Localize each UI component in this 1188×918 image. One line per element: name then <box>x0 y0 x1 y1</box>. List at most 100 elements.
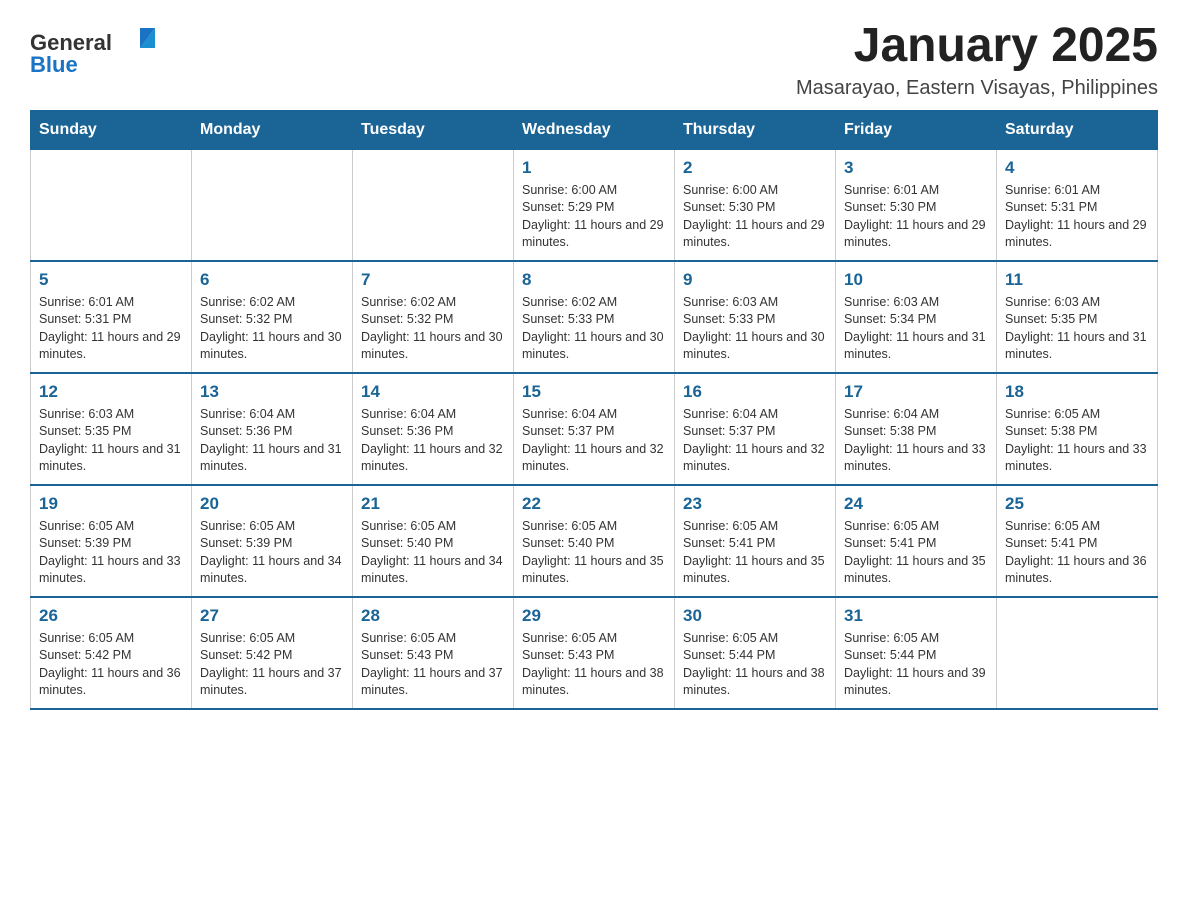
day-info: Sunrise: 6:00 AMSunset: 5:29 PMDaylight:… <box>522 182 666 252</box>
page-header: General Blue January 2025 Masarayao, Eas… <box>30 20 1158 100</box>
calendar-cell: 13 Sunrise: 6:04 AMSunset: 5:36 PMDayligh… <box>192 373 353 485</box>
day-info: Sunrise: 6:00 AMSunset: 5:30 PMDaylight:… <box>683 182 827 252</box>
day-number: 12 <box>39 382 183 402</box>
day-info: Sunrise: 6:01 AMSunset: 5:31 PMDaylight:… <box>1005 182 1149 252</box>
title-area: January 2025 Masarayao, Eastern Visayas,… <box>796 20 1158 100</box>
day-info: Sunrise: 6:01 AMSunset: 5:30 PMDaylight:… <box>844 182 988 252</box>
col-wednesday: Wednesday <box>514 110 675 149</box>
day-info: Sunrise: 6:05 AMSunset: 5:39 PMDaylight:… <box>39 518 183 588</box>
calendar-cell: 31 Sunrise: 6:05 AMSunset: 5:44 PMDayligh… <box>836 597 997 709</box>
location-subtitle: Masarayao, Eastern Visayas, Philippines <box>796 77 1158 100</box>
day-info: Sunrise: 6:04 AMSunset: 5:37 PMDaylight:… <box>522 406 666 476</box>
day-info: Sunrise: 6:02 AMSunset: 5:32 PMDaylight:… <box>200 294 344 364</box>
calendar-week-row: 1Sunrise: 6:00 AMSunset: 5:29 PMDaylight… <box>31 149 1158 261</box>
day-number: 21 <box>361 494 505 514</box>
day-info: Sunrise: 6:04 AMSunset: 5:36 PMDaylight:… <box>361 406 505 476</box>
calendar-week-row: 12 Sunrise: 6:03 AMSunset: 5:35 PMDayligh… <box>31 373 1158 485</box>
day-number: 10 <box>844 270 988 290</box>
col-friday: Friday <box>836 110 997 149</box>
month-year-title: January 2025 <box>796 20 1158 73</box>
calendar-cell <box>31 149 192 261</box>
calendar-cell: 21Sunrise: 6:05 AMSunset: 5:40 PMDayligh… <box>353 485 514 597</box>
day-number: 17 <box>844 382 988 402</box>
day-info: Sunrise: 6:05 AMSunset: 5:40 PMDaylight:… <box>522 518 666 588</box>
day-info: Sunrise: 6:05 AMSunset: 5:44 PMDaylight:… <box>844 630 988 700</box>
calendar-cell: 12 Sunrise: 6:03 AMSunset: 5:35 PMDayligh… <box>31 373 192 485</box>
day-number: 14 <box>361 382 505 402</box>
day-info: Sunrise: 6:05 AMSunset: 5:41 PMDaylight:… <box>683 518 827 588</box>
day-number: 9 <box>683 270 827 290</box>
day-number: 3 <box>844 158 988 178</box>
calendar-cell: 24Sunrise: 6:05 AMSunset: 5:41 PMDayligh… <box>836 485 997 597</box>
day-info: Sunrise: 6:05 AMSunset: 5:43 PMDaylight:… <box>522 630 666 700</box>
day-number: 6 <box>200 270 344 290</box>
logo: General Blue <box>30 20 180 85</box>
calendar-cell <box>997 597 1158 709</box>
day-number: 29 <box>522 606 666 626</box>
calendar-week-row: 19 Sunrise: 6:05 AMSunset: 5:39 PMDayligh… <box>31 485 1158 597</box>
calendar-cell: 27 Sunrise: 6:05 AMSunset: 5:42 PMDayligh… <box>192 597 353 709</box>
calendar-cell: 8 Sunrise: 6:02 AMSunset: 5:33 PMDaylight… <box>514 261 675 373</box>
calendar-cell: 17 Sunrise: 6:04 AMSunset: 5:38 PMDayligh… <box>836 373 997 485</box>
day-info: Sunrise: 6:03 AMSunset: 5:34 PMDaylight:… <box>844 294 988 364</box>
day-number: 7 <box>361 270 505 290</box>
day-info: Sunrise: 6:05 AMSunset: 5:41 PMDaylight:… <box>1005 518 1149 588</box>
calendar-cell: 1Sunrise: 6:00 AMSunset: 5:29 PMDaylight… <box>514 149 675 261</box>
calendar-cell: 15Sunrise: 6:04 AMSunset: 5:37 PMDayligh… <box>514 373 675 485</box>
day-info: Sunrise: 6:05 AMSunset: 5:42 PMDaylight:… <box>39 630 183 700</box>
calendar-cell: 6 Sunrise: 6:02 AMSunset: 5:32 PMDaylight… <box>192 261 353 373</box>
calendar-table: Sunday Monday Tuesday Wednesday Thursday… <box>30 110 1158 710</box>
day-info: Sunrise: 6:05 AMSunset: 5:44 PMDaylight:… <box>683 630 827 700</box>
day-number: 16 <box>683 382 827 402</box>
day-info: Sunrise: 6:03 AMSunset: 5:35 PMDaylight:… <box>39 406 183 476</box>
day-number: 27 <box>200 606 344 626</box>
col-saturday: Saturday <box>997 110 1158 149</box>
day-info: Sunrise: 6:05 AMSunset: 5:38 PMDaylight:… <box>1005 406 1149 476</box>
day-info: Sunrise: 6:03 AMSunset: 5:35 PMDaylight:… <box>1005 294 1149 364</box>
day-number: 19 <box>39 494 183 514</box>
day-info: Sunrise: 6:05 AMSunset: 5:43 PMDaylight:… <box>361 630 505 700</box>
day-info: Sunrise: 6:04 AMSunset: 5:36 PMDaylight:… <box>200 406 344 476</box>
calendar-header-row: Sunday Monday Tuesday Wednesday Thursday… <box>31 110 1158 149</box>
day-info: Sunrise: 6:04 AMSunset: 5:38 PMDaylight:… <box>844 406 988 476</box>
calendar-cell: 11Sunrise: 6:03 AMSunset: 5:35 PMDayligh… <box>997 261 1158 373</box>
calendar-cell: 23 Sunrise: 6:05 AMSunset: 5:41 PMDayligh… <box>675 485 836 597</box>
day-number: 30 <box>683 606 827 626</box>
calendar-cell <box>353 149 514 261</box>
col-monday: Monday <box>192 110 353 149</box>
day-number: 13 <box>200 382 344 402</box>
calendar-cell: 9 Sunrise: 6:03 AMSunset: 5:33 PMDaylight… <box>675 261 836 373</box>
calendar-cell: 7Sunrise: 6:02 AMSunset: 5:32 PMDaylight… <box>353 261 514 373</box>
calendar-cell: 16 Sunrise: 6:04 AMSunset: 5:37 PMDayligh… <box>675 373 836 485</box>
day-number: 18 <box>1005 382 1149 402</box>
day-number: 24 <box>844 494 988 514</box>
calendar-cell: 26 Sunrise: 6:05 AMSunset: 5:42 PMDayligh… <box>31 597 192 709</box>
calendar-cell: 20Sunrise: 6:05 AMSunset: 5:39 PMDayligh… <box>192 485 353 597</box>
calendar-cell: 29 Sunrise: 6:05 AMSunset: 5:43 PMDayligh… <box>514 597 675 709</box>
col-tuesday: Tuesday <box>353 110 514 149</box>
day-number: 4 <box>1005 158 1149 178</box>
calendar-cell: 30 Sunrise: 6:05 AMSunset: 5:44 PMDayligh… <box>675 597 836 709</box>
col-thursday: Thursday <box>675 110 836 149</box>
day-number: 8 <box>522 270 666 290</box>
day-info: Sunrise: 6:02 AMSunset: 5:33 PMDaylight:… <box>522 294 666 364</box>
day-number: 23 <box>683 494 827 514</box>
day-number: 2 <box>683 158 827 178</box>
calendar-cell: 4 Sunrise: 6:01 AMSunset: 5:31 PMDaylight… <box>997 149 1158 261</box>
calendar-cell: 14 Sunrise: 6:04 AMSunset: 5:36 PMDayligh… <box>353 373 514 485</box>
calendar-cell: 3 Sunrise: 6:01 AMSunset: 5:30 PMDaylight… <box>836 149 997 261</box>
day-number: 26 <box>39 606 183 626</box>
day-info: Sunrise: 6:04 AMSunset: 5:37 PMDaylight:… <box>683 406 827 476</box>
day-number: 22 <box>522 494 666 514</box>
calendar-cell: 25Sunrise: 6:05 AMSunset: 5:41 PMDayligh… <box>997 485 1158 597</box>
day-info: Sunrise: 6:05 AMSunset: 5:42 PMDaylight:… <box>200 630 344 700</box>
day-number: 31 <box>844 606 988 626</box>
calendar-body: 1Sunrise: 6:00 AMSunset: 5:29 PMDaylight… <box>31 149 1158 709</box>
calendar-cell: 18 Sunrise: 6:05 AMSunset: 5:38 PMDayligh… <box>997 373 1158 485</box>
day-info: Sunrise: 6:05 AMSunset: 5:39 PMDaylight:… <box>200 518 344 588</box>
logo-text: General Blue <box>30 20 180 85</box>
svg-text:Blue: Blue <box>30 52 78 77</box>
day-info: Sunrise: 6:01 AMSunset: 5:31 PMDaylight:… <box>39 294 183 364</box>
calendar-cell: 10 Sunrise: 6:03 AMSunset: 5:34 PMDayligh… <box>836 261 997 373</box>
day-info: Sunrise: 6:03 AMSunset: 5:33 PMDaylight:… <box>683 294 827 364</box>
